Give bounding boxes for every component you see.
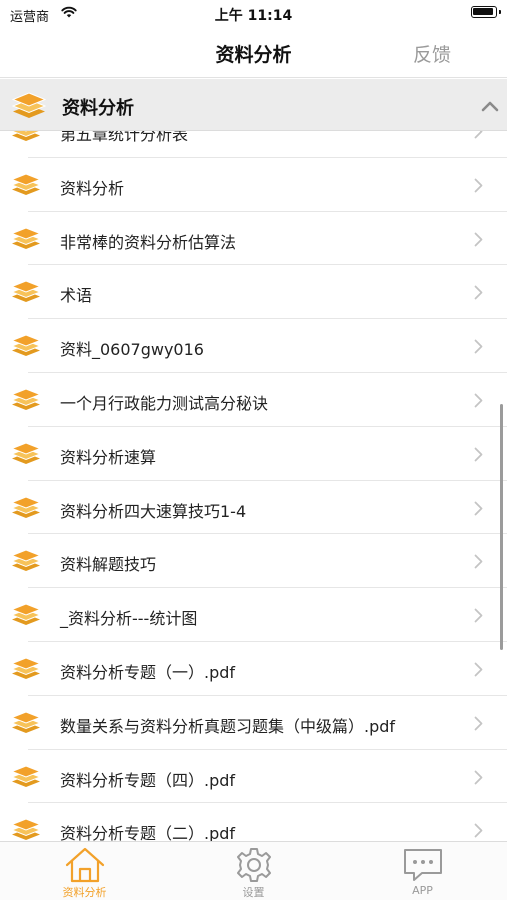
section-header[interactable]: 资料分析: [0, 79, 507, 131]
list-item[interactable]: 资料_0607gwy016: [0, 319, 507, 373]
list-item-label: 数量关系与资料分析真题习题集（中级篇）.pdf: [60, 716, 396, 736]
chevron-right-icon: [474, 285, 483, 304]
nav-bar: 资料分析 反馈: [0, 28, 507, 78]
chevron-right-icon: [474, 608, 483, 627]
list-item[interactable]: 非常棒的资料分析估算法: [0, 212, 507, 266]
tab-settings[interactable]: 设置: [169, 842, 338, 900]
list-item-label: 资料解题技巧: [60, 555, 157, 575]
list-item[interactable]: _资料分析---统计图: [0, 588, 507, 642]
list-item-label: 资料分析四大速算技巧1-4: [60, 501, 247, 521]
layers-icon: [10, 496, 42, 524]
list-item[interactable]: 资料解题技巧: [0, 534, 507, 589]
status-bar: 运营商 上午 11:14: [0, 0, 507, 28]
layers-icon: [11, 92, 47, 124]
chevron-right-icon: [474, 131, 483, 143]
chevron-right-icon: [474, 447, 483, 466]
section-title: 资料分析: [62, 98, 134, 119]
chevron-right-icon: [474, 662, 483, 681]
layers-icon: [10, 173, 42, 201]
list-item[interactable]: 一个月行政能力测试高分秘诀: [0, 373, 507, 427]
list-item[interactable]: 数量关系与资料分析真题习题集（中级篇）.pdf: [0, 696, 507, 750]
chevron-right-icon: [474, 770, 483, 789]
layers-icon: [10, 818, 42, 841]
chevron-right-icon: [474, 339, 483, 358]
tab-app[interactable]: APP: [338, 842, 507, 900]
layers-icon: [10, 549, 42, 577]
gear-icon: [233, 846, 275, 888]
list-item[interactable]: 第五章统计分析表: [0, 131, 507, 158]
list-item-label: 资料分析专题（二）.pdf: [60, 824, 236, 841]
tab-bar: 资料分析 设置 APP: [0, 841, 507, 900]
list-item-label: 第五章统计分析表: [60, 131, 189, 144]
layers-icon: [10, 227, 42, 255]
chevron-right-icon: [474, 393, 483, 412]
tab-label: 资料分析: [62, 886, 107, 899]
battery-icon: [471, 6, 501, 18]
list-item[interactable]: 术语: [0, 265, 507, 320]
chevron-right-icon: [474, 554, 483, 573]
clock: 上午 11:14: [214, 8, 293, 24]
layers-icon: [10, 711, 42, 739]
layers-icon: [10, 334, 42, 362]
scroll-indicator[interactable]: [500, 404, 503, 650]
list-item[interactable]: 资料分析四大速算技巧1-4: [0, 481, 507, 535]
feedback-button[interactable]: 反馈: [413, 40, 451, 67]
layers-icon: [10, 765, 42, 793]
list-item-label: 一个月行政能力测试高分秘诀: [60, 393, 269, 413]
list-item[interactable]: 资料分析专题（二）.pdf: [0, 803, 507, 841]
chevron-right-icon: [474, 232, 483, 251]
list-item-label: _资料分析---统计图: [60, 609, 198, 629]
chevron-right-icon: [474, 716, 483, 735]
list-item[interactable]: 资料分析专题（一）.pdf: [0, 642, 507, 696]
list-item-label: 资料_0607gwy016: [60, 340, 204, 360]
list-item[interactable]: 资料分析速算: [0, 427, 507, 481]
chevron-right-icon: [474, 178, 483, 197]
chevron-up-icon[interactable]: [481, 97, 499, 116]
layers-icon: [10, 657, 42, 685]
list-item-label: 资料分析速算: [60, 447, 157, 467]
list-item-label: 非常棒的资料分析估算法: [60, 232, 237, 252]
home-icon: [64, 846, 106, 888]
tab-label: APP: [412, 884, 433, 897]
chat-bubble-icon: [402, 846, 444, 888]
layers-icon: [10, 442, 42, 470]
list-item-label: 术语: [60, 286, 93, 306]
list-item[interactable]: 资料分析专题（四）.pdf: [0, 750, 507, 804]
list-item[interactable]: 资料分析: [0, 158, 507, 212]
layers-icon: [10, 603, 42, 631]
chevron-right-icon: [474, 823, 483, 841]
list-item-label: 资料分析专题（四）.pdf: [60, 770, 236, 790]
document-list[interactable]: 第五章统计分析表 资料分析 非常棒的资料分析估算法 术语 资料_0607gwy0…: [0, 131, 507, 841]
layers-icon: [10, 388, 42, 416]
layers-icon: [10, 280, 42, 308]
layers-icon: [10, 131, 42, 147]
tab-label: 设置: [242, 886, 265, 899]
list-item-label: 资料分析: [60, 178, 125, 198]
chevron-right-icon: [474, 501, 483, 520]
tab-analysis[interactable]: 资料分析: [0, 842, 169, 900]
list-item-label: 资料分析专题（一）.pdf: [60, 662, 236, 682]
